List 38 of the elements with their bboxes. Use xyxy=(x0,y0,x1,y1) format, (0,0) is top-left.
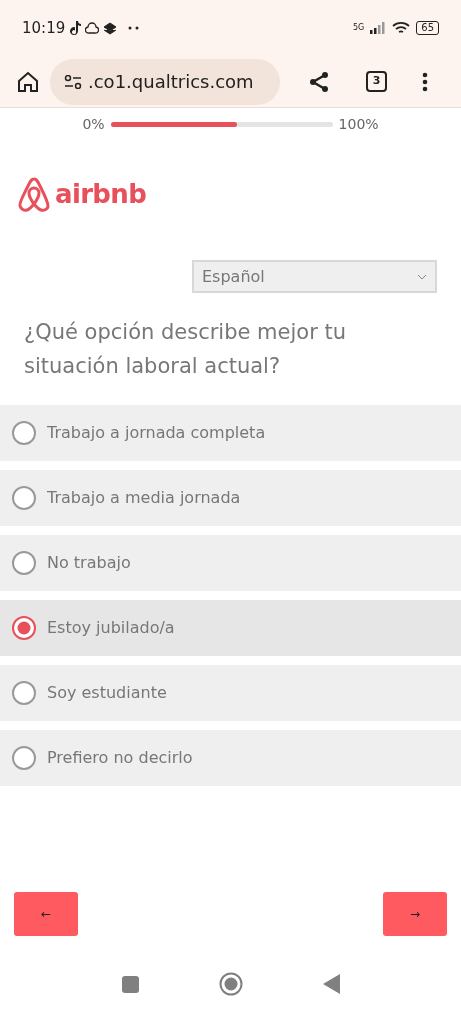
tab-count-button[interactable]: 3 xyxy=(366,71,387,92)
network-label: 5G xyxy=(352,24,365,32)
answer-option[interactable]: Soy estudiante xyxy=(0,665,461,721)
site-settings-icon[interactable] xyxy=(64,74,82,89)
address-bar[interactable]: .co1.qualtrics.com xyxy=(50,58,280,105)
status-time: 10:19 xyxy=(22,17,66,39)
answer-option[interactable]: Trabajo a media jornada xyxy=(0,470,461,526)
radio-icon[interactable] xyxy=(11,485,37,511)
cloud-icon xyxy=(85,21,100,35)
battery-indicator: 65 xyxy=(416,21,439,35)
radio-icon[interactable] xyxy=(11,680,37,706)
radio-selected-icon[interactable] xyxy=(11,615,37,641)
back-icon[interactable] xyxy=(322,974,340,994)
radio-icon[interactable] xyxy=(11,550,37,576)
language-select[interactable]: Español xyxy=(192,260,437,293)
progress-end-label: 100% xyxy=(338,115,379,134)
home-button-icon[interactable] xyxy=(218,972,243,996)
answer-option[interactable]: Prefiero no decirlo xyxy=(0,730,461,786)
back-button[interactable]: ← xyxy=(14,892,78,936)
radio-icon[interactable] xyxy=(11,420,37,446)
signal-icon xyxy=(370,22,387,34)
question-text: ¿Qué opción describe mejor tu situación laboral actual? xyxy=(23,319,347,380)
wifi-icon xyxy=(392,21,411,35)
music-note-icon xyxy=(69,21,82,35)
answer-option[interactable]: Trabajo a jornada completa xyxy=(0,405,461,461)
url-text: .co1.qualtrics.com xyxy=(88,70,254,94)
progress-start-label: 0% xyxy=(82,115,105,134)
logo-icon xyxy=(17,176,51,213)
next-button[interactable]: → xyxy=(383,892,447,936)
chevron-down-icon xyxy=(417,273,427,280)
answer-option[interactable]: Estoy jubilado/a xyxy=(0,600,461,656)
logo-text: airbnb xyxy=(55,178,147,211)
home-icon[interactable] xyxy=(16,69,40,94)
answer-option[interactable]: No trabajo xyxy=(0,535,461,591)
recents-icon[interactable] xyxy=(121,975,139,993)
menu-icon[interactable] xyxy=(421,71,428,92)
radio-icon[interactable] xyxy=(11,745,37,771)
stack-icon xyxy=(103,21,118,35)
